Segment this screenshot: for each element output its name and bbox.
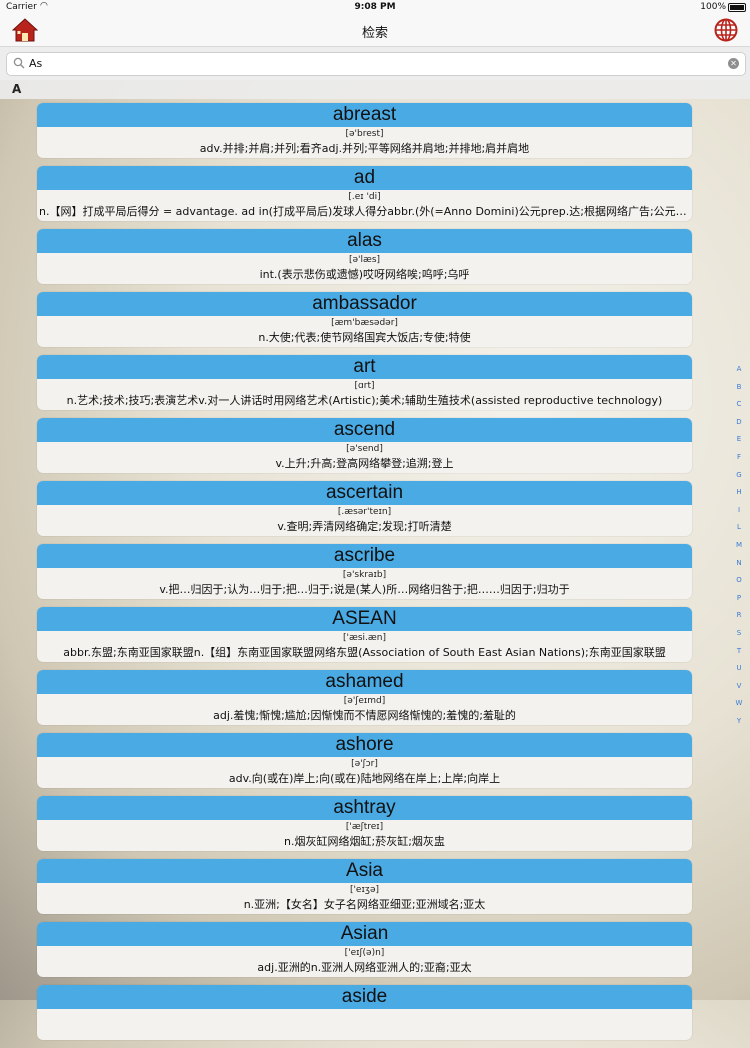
entry-definition: abbr.东盟;东南亚国家联盟n.【组】东南亚国家联盟网络东盟(Associat… [63, 646, 666, 659]
index-letter[interactable]: A [731, 361, 747, 379]
battery-percent: 100% [700, 2, 726, 12]
search-box[interactable]: ✕ [6, 52, 746, 76]
entry-word: ASEAN [37, 607, 692, 631]
search-icon [13, 57, 25, 69]
entry-phonetic: [ə'skraɪb] [342, 570, 387, 580]
page-title: 检索 [361, 26, 388, 41]
entry-definition: adj.羞愧;惭愧;尴尬;因惭愧而不情愿网络惭愧的;羞愧的;羞耻的 [213, 709, 516, 722]
index-letter[interactable]: D [731, 414, 747, 432]
index-letter[interactable]: V [731, 678, 747, 696]
entry-word: aside [37, 985, 692, 1009]
list-item[interactable]: Asia ['eɪʒə] n.亚洲;【女名】女子名网络亚细亚;亚洲域名;亚太 [37, 859, 692, 914]
entry-word: art [37, 355, 692, 379]
index-letter[interactable]: L [731, 519, 747, 537]
index-letter[interactable]: I [731, 502, 747, 520]
entry-phonetic: ['eɪʃ(ə)n] [344, 948, 385, 958]
list-item[interactable]: art [ɑrt] n.艺术;技术;技巧;表演艺术v.对一人讲话时用网络艺术(A… [37, 355, 692, 410]
section-index-bar[interactable]: A B C D E F G H I L M N O P R S T U V W … [731, 361, 747, 730]
entry-word: ascend [37, 418, 692, 442]
index-letter[interactable]: C [731, 396, 747, 414]
entry-word: Asia [37, 859, 692, 883]
entry-phonetic [37, 1009, 692, 1023]
section-header: A [0, 80, 750, 99]
index-letter[interactable]: E [731, 431, 747, 449]
list-item[interactable]: ascertain [.æsər'teɪn] v.查明;弄清网络确定;发现;打听… [37, 481, 692, 536]
index-letter[interactable]: B [731, 379, 747, 397]
list-item[interactable]: Asian ['eɪʃ(ə)n] adj.亚洲的n.亚洲人网络亚洲人的;亚裔;亚… [37, 922, 692, 977]
entry-phonetic: [ə'ʃeɪmd] [343, 696, 386, 706]
entry-phonetic: [.eɪ 'di] [348, 192, 381, 202]
entry-definition: n.艺术;技术;技巧;表演艺术v.对一人讲话时用网络艺术(Artistic);美… [66, 394, 663, 407]
search-bar: ✕ [0, 47, 750, 80]
entry-word: ascertain [37, 481, 692, 505]
entry-word: ad [37, 166, 692, 190]
entry-definition [37, 1023, 692, 1039]
entry-phonetic: [ə'ʃɔr] [351, 759, 378, 769]
entry-word: Asian [37, 922, 692, 946]
entry-word: ascribe [37, 544, 692, 568]
navigation-bar: 检索 [0, 16, 750, 47]
index-letter[interactable]: T [731, 643, 747, 661]
entry-phonetic: [ɑrt] [354, 381, 375, 391]
entry-word: ambassador [37, 292, 692, 316]
entry-definition: v.上升;升高;登高网络攀登;追溯;登上 [275, 457, 454, 470]
entry-phonetic: ['æsi.æn] [343, 633, 386, 643]
entry-definition: adv.向(或在)岸上;向(或在)陆地网络在岸上;上岸;向岸上 [228, 772, 501, 785]
entry-word: abreast [37, 103, 692, 127]
entry-word: ashamed [37, 670, 692, 694]
index-letter[interactable]: P [731, 590, 747, 608]
entry-phonetic: [ə'send] [346, 444, 383, 454]
index-letter[interactable]: R [731, 607, 747, 625]
entry-definition: adv.并排;并肩;并列;看齐adj.并列;平等网络并肩地;并排地;肩并肩地 [199, 142, 530, 155]
search-input[interactable] [29, 55, 719, 72]
index-letter[interactable]: S [731, 625, 747, 643]
list-item[interactable]: abreast [ə'brest] adv.并排;并肩;并列;看齐adj.并列;… [37, 103, 692, 158]
section-header-label: A [12, 82, 22, 96]
list-item[interactable]: ashore [ə'ʃɔr] adv.向(或在)岸上;向(或在)陆地网络在岸上;… [37, 733, 692, 788]
index-letter[interactable]: F [731, 449, 747, 467]
globe-icon[interactable] [714, 18, 738, 42]
entry-word: alas [37, 229, 692, 253]
index-letter[interactable]: O [731, 572, 747, 590]
entry-word: ashore [37, 733, 692, 757]
entry-phonetic: [ə'læs] [348, 255, 381, 265]
index-letter[interactable]: G [731, 467, 747, 485]
list-item[interactable]: ad [.eɪ 'di] n.【网】打成平局后得分 = advantage. a… [37, 166, 692, 221]
list-item[interactable]: alas [ə'læs] int.(表示悲伤或遗憾)哎呀网络唉;呜呼;乌呼 [37, 229, 692, 284]
clock: 9:08 PM [354, 2, 396, 12]
entry-word: ashtray [37, 796, 692, 820]
entry-definition: n.【网】打成平局后得分 = advantage. ad in(打成平局后)发球… [39, 205, 692, 218]
list-item[interactable]: aside [37, 985, 692, 1040]
entry-definition: n.亚洲;【女名】女子名网络亚细亚;亚洲域名;亚太 [243, 898, 486, 911]
entry-phonetic: ['eɪʒə] [349, 885, 380, 895]
entry-definition: int.(表示悲伤或遗憾)哎呀网络唉;呜呼;乌呼 [259, 268, 470, 281]
clear-icon[interactable]: ✕ [728, 58, 739, 69]
entry-definition: v.把…归因于;认为…归于;把…归于;说是(某人)所…网络归咎于;把……归因于;… [159, 583, 570, 596]
battery-icon [728, 3, 746, 12]
index-letter[interactable]: M [731, 537, 747, 555]
word-list: abreast [ə'brest] adv.并排;并肩;并列;看齐adj.并列;… [37, 103, 692, 1048]
index-letter[interactable]: U [731, 660, 747, 678]
entry-definition: adj.亚洲的n.亚洲人网络亚洲人的;亚裔;亚太 [257, 961, 472, 974]
list-item[interactable]: ascend [ə'send] v.上升;升高;登高网络攀登;追溯;登上 [37, 418, 692, 473]
list-item[interactable]: ASEAN ['æsi.æn] abbr.东盟;东南亚国家联盟n.【组】东南亚国… [37, 607, 692, 662]
entry-definition: v.查明;弄清网络确定;发现;打听清楚 [277, 520, 452, 533]
entry-definition: n.大使;代表;使节网络国宾大饭店;专使;特使 [258, 331, 471, 344]
index-letter[interactable]: H [731, 484, 747, 502]
entry-phonetic: [.æsər'teɪn] [337, 507, 392, 517]
index-letter[interactable]: W [731, 695, 747, 713]
entry-phonetic: [æm'bæsədər] [331, 318, 398, 328]
status-bar: Carrier ◠ 9:08 PM 100% [0, 0, 750, 16]
list-item[interactable]: ambassador [æm'bæsədər] n.大使;代表;使节网络国宾大饭… [37, 292, 692, 347]
entry-phonetic: [ə'brest] [345, 129, 384, 139]
list-item[interactable]: ashtray ['æʃtreɪ] n.烟灰缸网络烟缸;菸灰缸;烟灰盅 [37, 796, 692, 851]
index-letter[interactable]: Y [731, 713, 747, 731]
entry-definition: n.烟灰缸网络烟缸;菸灰缸;烟灰盅 [284, 835, 445, 848]
list-item[interactable]: ascribe [ə'skraɪb] v.把…归因于;认为…归于;把…归于;说是… [37, 544, 692, 599]
index-letter[interactable]: N [731, 555, 747, 573]
entry-phonetic: ['æʃtreɪ] [345, 822, 384, 832]
list-item[interactable]: ashamed [ə'ʃeɪmd] adj.羞愧;惭愧;尴尬;因惭愧而不情愿网络… [37, 670, 692, 725]
